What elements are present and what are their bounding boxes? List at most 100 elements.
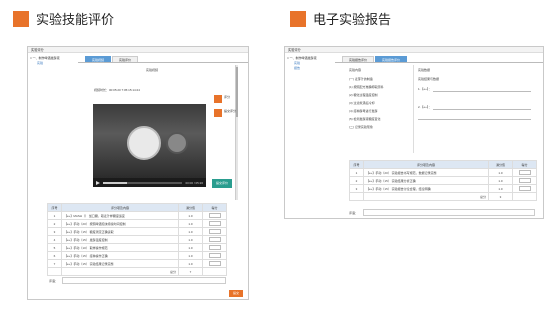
submit-score-icon[interactable] [214,109,222,117]
content-line: (2) 糖化过程温度控制 [349,93,378,97]
video-progress-track[interactable] [103,181,183,184]
table-row: 3 【e+】手动（15） 糖度测定正确读取 1.0 [47,227,227,236]
cell: 5 [47,243,62,252]
tree-panel: □ 一、制作啤酒发酵液 实验 报告 [287,56,334,71]
score-input[interactable] [208,261,221,266]
cell: 【e+】手动（15） 实验结果记录完整 [61,259,179,268]
column-divider [413,65,414,153]
cell: 2 [349,176,364,185]
content-line: (5) 检测发酵液糖度变化 [349,117,381,121]
content-line: (1) 按照配方准确称取原料 [349,85,384,89]
cell: 1.0 [488,168,513,177]
cell: 【e+】手动（15） 实验报告讨论合理，结论明确 [363,184,489,193]
cell: 1.0 [178,251,203,260]
scrollbar[interactable] [235,65,238,200]
col-header: 满分值 [488,160,513,169]
tab-divider [78,62,248,63]
score-cell [202,259,227,268]
score-cell [202,219,227,228]
score-cell [202,211,227,220]
table-row: 5 【e+】手动（10） 取样操作规范 1.0 [47,243,227,252]
score-cell [202,235,227,244]
table-row: 3 【e+】手动（15） 实验报告讨论合理，结论明确 1.0 [349,184,537,193]
play-icon[interactable] [96,180,100,185]
cell: 【e+】手动（15） 实验结果分析正确 [363,176,489,185]
orange-square-icon [290,10,306,27]
score-cell [202,251,227,260]
table-row: 7 【e+】手动（15） 实验结果记录完整 1.0 [47,259,227,268]
orange-square-icon [13,10,29,27]
window-title: 实验评分 [285,47,543,53]
cell: 【e+】手动（15） 发酵温度控制 [61,235,179,244]
side-label-score: 评分 [224,95,231,99]
cell: 【e+】手动（20） 按照啤酒泡沫持续时间控制 [61,219,179,228]
answer-underline [418,119,531,120]
score-input[interactable] [518,170,531,175]
data-line: 1.【e+】： [418,87,432,91]
cell: 1.0 [178,219,203,228]
table-row: 4 【e+】手动（15） 发酵温度控制 1.0 [47,235,227,244]
tree-item[interactable]: 实验 [30,61,77,66]
table-row: 2 【e+】手动（15） 实验结果分析正确 1.0 [349,176,537,185]
score-input[interactable] [208,237,221,242]
table-header-row: 序号 评分项及内容 满分值 得分 [349,160,537,169]
submit-button[interactable]: 提交 [229,290,243,297]
tree-panel: □ 一、制作啤酒发酵液 实验 [30,56,77,66]
cell: 【e+】MASH（） 加口糖，取麦汁样糖度适宜 [61,211,179,220]
score-cell [202,243,227,252]
score-input[interactable] [208,221,221,226]
score-input[interactable] [208,213,221,218]
submit-evaluation-button[interactable]: 提交评价 [212,179,232,188]
score-table: 序号 评分项及内容 满分值 得分 1 【e+】MASH（） 加口糖，取麦汁样糖度适… [47,203,227,276]
score-input[interactable] [518,178,531,183]
right-section-title: 电子实验报告 [290,9,391,28]
comment-input[interactable] [363,209,535,216]
table-total-row: 总分 7 [47,267,227,276]
video-controls: 00:00 / 05:20 [93,178,206,187]
video-player[interactable]: 00:00 / 05:20 [93,104,206,187]
cell: 1.0 [178,243,203,252]
table-row: 2 【e+】手动（20） 按照啤酒泡沫持续时间控制 1.0 [47,219,227,228]
comment-label: 评语： [49,279,59,283]
score-input[interactable] [208,253,221,258]
cell: 1 [47,211,62,220]
table-header-row: 序号 评分项及内容 满分值 得分 [47,203,227,212]
cell: 【e+】手动（15） 糖度测定正确读取 [61,227,179,236]
cell: 1.0 [178,235,203,244]
left-section-title-text: 实验技能评价 [36,13,115,28]
video-caption: 实验视频 [146,68,159,72]
petri-dish-image [127,126,161,160]
cell: 7 [47,259,62,268]
cell: 【e+】手动（15） 接种操作正确 [61,251,179,260]
score-cell [202,227,227,236]
cell: 1.0 [178,211,203,220]
score-input[interactable] [208,229,221,234]
score-input[interactable] [518,186,531,191]
cell: 1.0 [488,176,513,185]
report-score-table: 序号 评分项及内容 满分值 得分 1 【e+】手动（20） 实验报告书写规范，数据… [349,160,537,201]
data-line: 实验结果与数据 [418,77,440,81]
table-row: 1 【e+】手动（20） 实验报告书写规范，数据记录完整 1.0 [349,168,537,177]
data-line: 2.【e+】： [418,105,432,109]
cell: 4 [47,235,62,244]
content-line: (3) 过滤煮沸后冷却 [349,101,375,105]
col-header: 序号 [47,203,62,212]
right-app-window: 实验评分 □ 一、制作啤酒发酵液 实验 报告 实验报告评价 实验报告评价 实验内… [284,46,544,219]
scrollbar-thumb[interactable] [236,67,238,117]
score-icon[interactable] [214,95,222,103]
col-header: 评分项及内容 [61,203,179,212]
col-header: 序号 [349,160,364,169]
table-row: 1 【e+】MASH（） 加口糖，取麦汁样糖度适宜 1.0 [47,211,227,220]
cell: 3 [47,227,62,236]
total-value: 7 [178,267,203,276]
lab-equipment-image [166,132,188,154]
side-label-submit: 提交评分 [224,109,237,113]
cell: 【e+】手动（10） 取样操作规范 [61,243,179,252]
content-line: (一) 麦芽汁的制备 [349,77,373,81]
score-input[interactable] [208,245,221,250]
comment-input[interactable] [62,277,226,284]
cell: 2 [47,219,62,228]
tree-item[interactable]: 报告 [287,66,334,71]
cell: 3 [349,184,364,193]
data-heading: 实验数据 [418,68,431,72]
